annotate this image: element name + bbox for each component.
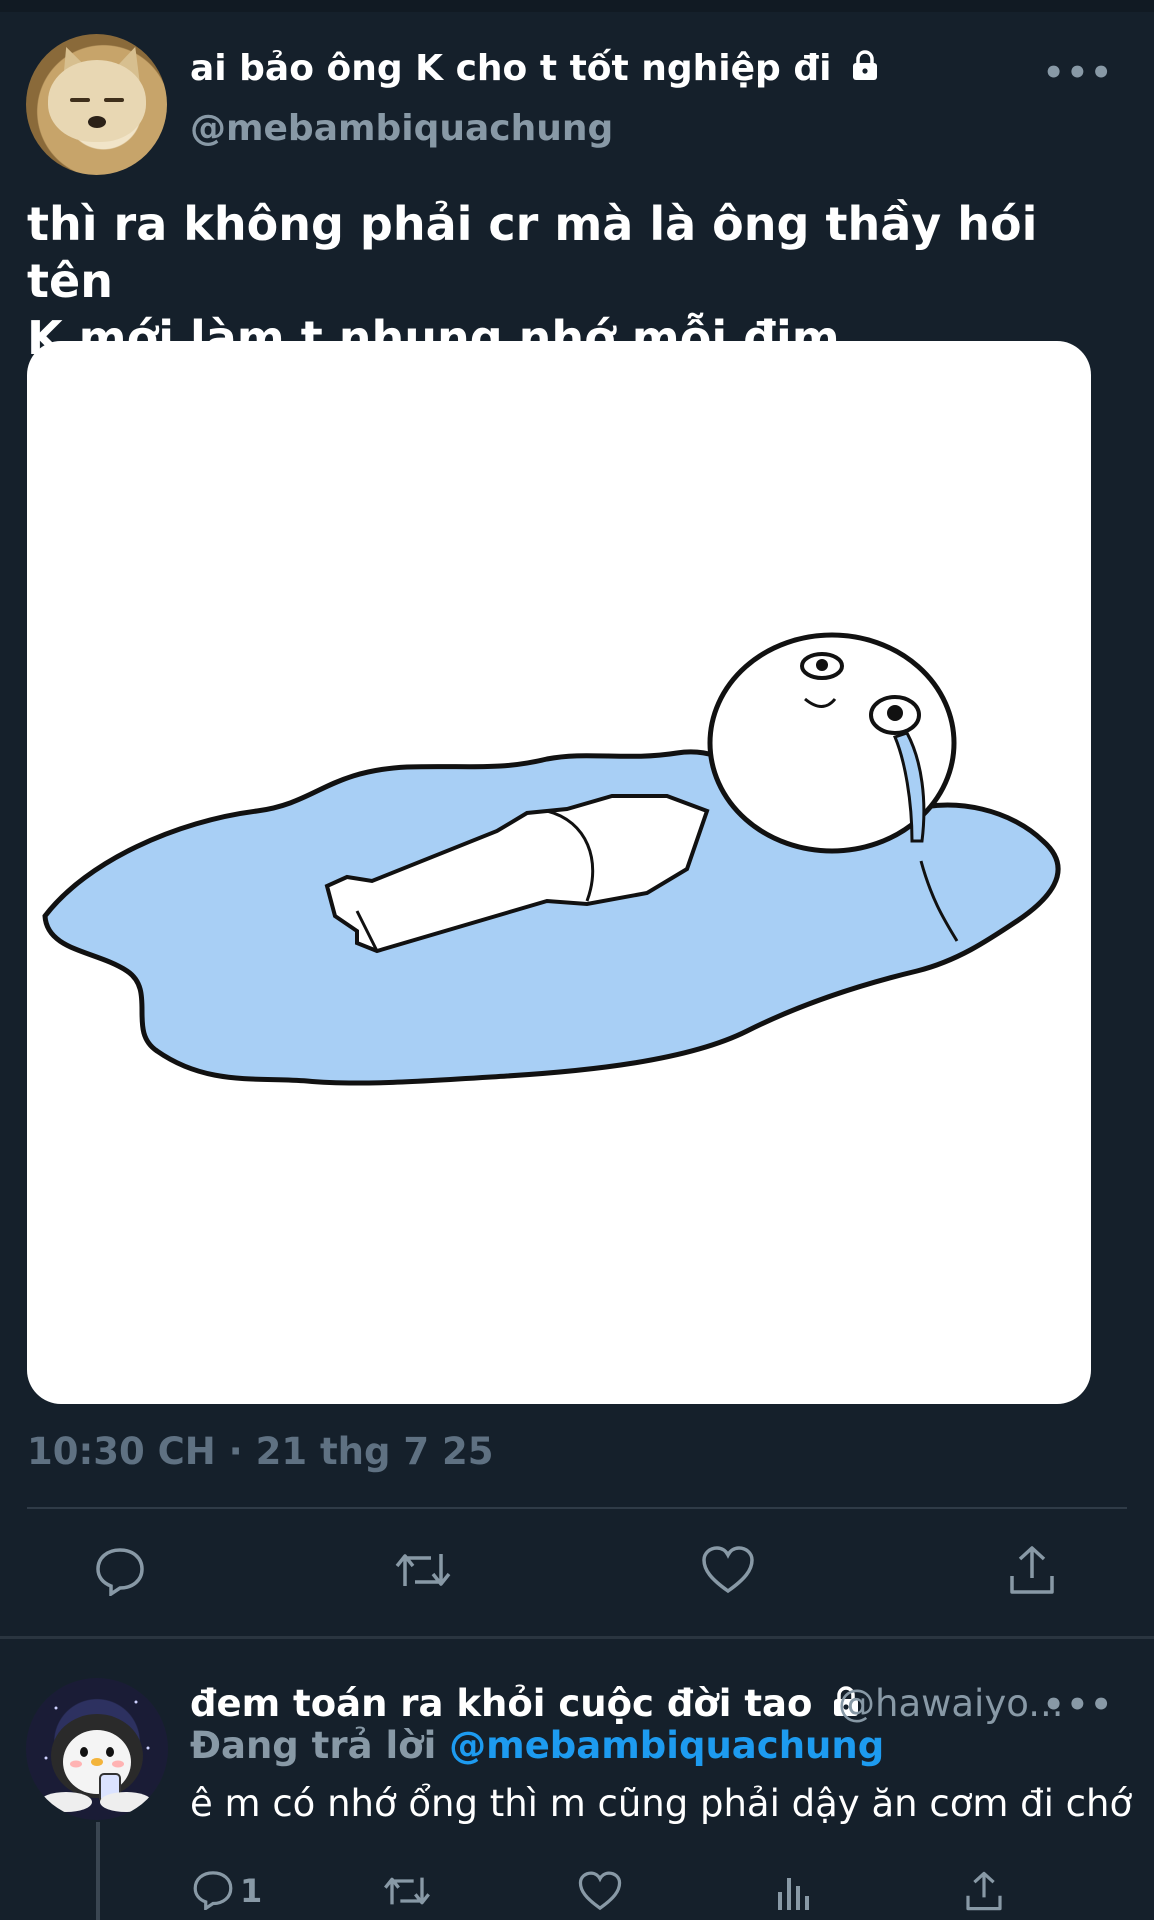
replying-to-mention[interactable]: @mebambiquachung [449,1724,884,1767]
more-options-icon[interactable]: ••• [1043,1688,1114,1722]
reply-tweet-text: ê m có nhớ ổng thì m cũng phải dậy ăn cơ… [190,1782,1133,1825]
reply-author-display-name[interactable]: đem toán ra khỏi cuộc đời tao [190,1682,861,1727]
reply-author-avatar[interactable] [26,1678,168,1820]
tweet-text-line: thì ra không phải cr mà là ông thầy hói … [27,197,1038,308]
analytics-icon[interactable] [774,1862,814,1920]
replying-to-prefix: Đang trả lời [190,1724,437,1767]
tweet-image[interactable] [27,341,1091,1404]
like-icon[interactable] [698,1540,758,1600]
reply-action-bar: 1 [0,1862,1154,1920]
crying-stickman-illustration [42,632,1061,1086]
reply-count: 1 [240,1872,263,1910]
avatar-face [48,60,146,142]
tweet-timestamp: 10:30 CH · 21 thg 7 25 [27,1430,494,1473]
avatar-eye [104,98,124,102]
more-options-icon[interactable]: ••• [1043,56,1114,90]
reply-button[interactable]: 1 [192,1862,262,1920]
avatar-nose [88,116,106,128]
retweet-icon[interactable] [393,1540,453,1600]
replying-to-line: Đang trả lời @mebambiquachung [190,1724,884,1767]
share-icon[interactable] [964,1862,1004,1920]
reply-author-handle[interactable]: @hawaiyo... [838,1682,1064,1725]
retweet-icon[interactable] [382,1862,432,1920]
divider [27,1507,1127,1509]
like-icon[interactable] [578,1862,622,1920]
reply-icon [192,1868,234,1914]
author-avatar[interactable] [26,34,167,175]
section-divider [0,1636,1154,1639]
penguin-avatar-illustration [40,1700,152,1812]
avatar-eye [70,98,90,102]
reply-icon[interactable] [90,1540,150,1600]
tweet-action-bar [0,1540,1154,1610]
author-handle[interactable]: @mebambiquachung [190,108,613,149]
lock-icon [850,49,880,91]
author-display-name[interactable]: ai bảo ông K cho t tốt nghiệp đi [190,48,880,91]
reply-author-name-text: đem toán ra khỏi cuộc đời tao [190,1682,813,1725]
share-icon[interactable] [1002,1540,1062,1600]
author-name-text: ai bảo ông K cho t tốt nghiệp đi [190,48,832,89]
status-bar-strip [0,0,1154,12]
